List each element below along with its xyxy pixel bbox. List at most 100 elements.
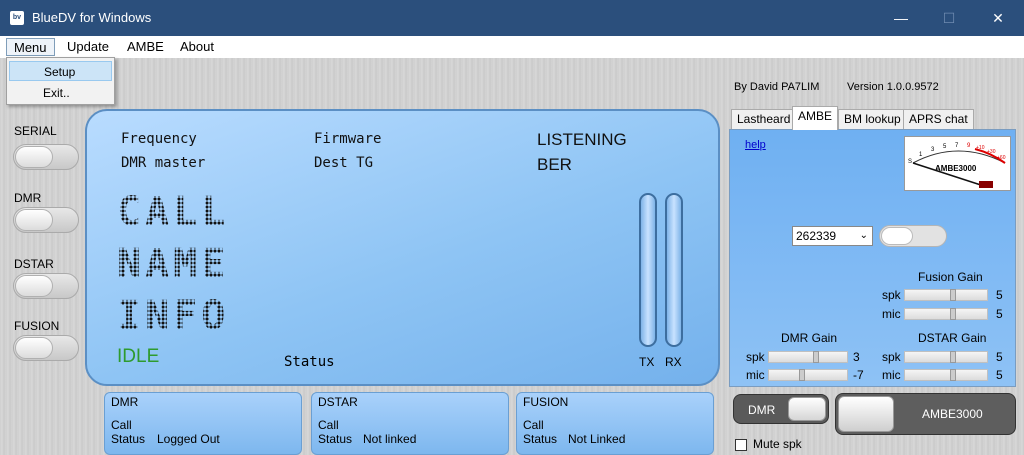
frequency-label: Frequency [121,131,197,147]
firmware-label: Firmware [314,131,382,147]
rx-meter [665,193,683,347]
menu-exit[interactable]: Exit.. [9,83,112,103]
dmr-spk-slider[interactable] [768,351,848,363]
vu-needle-base [979,181,993,188]
slider-thumb[interactable] [950,289,956,301]
window-title: BlueDV for Windows [32,10,152,25]
ambe3000-button[interactable]: AMBE3000 [835,393,1016,435]
dmr-mode-toggle[interactable]: DMR [733,394,829,424]
maximize-button: ☐ [942,10,956,26]
menu-bar: Menu Update AMBE About [0,36,1024,58]
vu-scale-s: S [908,159,912,165]
menu-update[interactable]: Update [60,38,116,56]
tab-bm-lookup[interactable]: BM lookup [838,109,907,129]
tab-ambe[interactable]: AMBE [792,106,839,130]
rx-label: RX [665,355,682,369]
slider-thumb[interactable] [813,351,819,363]
idle-status: IDLE [117,346,160,367]
fusion-spk-value: 5 [996,288,1003,302]
toggle-knob [788,397,826,421]
author-label: By David PA7LIM [734,81,820,93]
info-title: DSTAR [318,395,358,409]
slider-thumb[interactable] [950,351,956,363]
vu-scale-60: +60 [997,155,1006,161]
fusion-spk-slider[interactable] [904,289,988,301]
fusion-mic-label: mic [882,307,901,321]
device-toggle[interactable] [879,225,947,247]
ambe3000-label: AMBE3000 [922,407,983,421]
listening-label: LISTENING [537,130,627,149]
slider-thumb[interactable] [950,308,956,320]
dmr-toggle[interactable] [13,207,79,233]
device-select[interactable]: 262339 ⌄ [792,226,873,246]
dstar-info-box: DSTAR Call Status Not linked [311,392,509,455]
info-title: FUSION [523,395,569,409]
dmr-info-box: DMR Call Status Logged Out [104,392,302,455]
tx-label: TX [639,355,655,369]
vu-scale-5: 5 [943,144,947,150]
menu-ambe[interactable]: AMBE [120,38,171,56]
tx-meter [639,193,657,347]
dmr-gain-title: DMR Gain [781,331,838,345]
dstar-gain-title: DSTAR Gain [918,331,987,345]
slider-thumb[interactable] [799,369,805,381]
vu-scale-30: +30 [987,149,996,155]
menu-about[interactable]: About [173,38,221,56]
dstar-label: DSTAR [14,257,54,271]
dmr-master-label: DMR master [121,155,206,171]
minimize-button[interactable]: — [878,0,924,36]
serial-label: SERIAL [14,124,57,138]
fusion-mic-slider[interactable] [904,308,988,320]
dstar-spk-value: 5 [996,350,1003,364]
dmr-label: DMR [14,191,42,205]
toggle-knob [15,209,53,231]
info-status-value: Not linked [363,432,417,446]
vu-scale-3: 3 [931,147,935,153]
dmr-mic-slider[interactable] [768,369,848,381]
dmr-spk-label: spk [746,350,765,364]
dstar-spk-slider[interactable] [904,351,988,363]
dest-tg-label: Dest TG [314,155,374,171]
chevron-down-icon: ⌄ [859,230,868,241]
dmr-mode-label: DMR [748,403,776,417]
dstar-toggle[interactable] [13,273,79,299]
menu-setup[interactable]: Setup [9,61,112,81]
info-display: INFO [117,293,230,339]
info-call: Call [318,418,339,432]
device-select-value: 262339 [796,229,837,243]
slider-thumb[interactable] [950,369,956,381]
fusion-spk-label: spk [882,288,901,302]
help-link[interactable]: help [745,139,766,151]
status-label: Status [284,354,335,370]
vu-scale-7: 7 [955,143,959,149]
tab-aprs-chat[interactable]: APRS chat [903,109,974,129]
dmr-spk-value: 3 [853,350,860,364]
close-button[interactable]: ✕ [975,0,1021,36]
info-status-value: Logged Out [157,432,220,446]
fusion-toggle[interactable] [13,335,79,361]
tab-lastheard[interactable]: Lastheard [731,109,797,129]
menu-menu[interactable]: Menu [6,38,55,56]
toggle-knob [838,396,894,432]
dstar-spk-label: spk [882,350,901,364]
info-status-label: Status [111,432,146,446]
vu-meter-graphic: S 1 3 5 7 9 +10 +30 +60 AMBE3000 [908,143,1006,188]
vu-scale-1: 1 [919,152,923,158]
mute-spk-checkbox[interactable]: Mute spk [735,437,802,451]
dstar-mic-slider[interactable] [904,369,988,381]
fusion-gain-title: Fusion Gain [918,270,983,284]
version-label: Version 1.0.0.9572 [847,81,939,93]
serial-toggle[interactable] [13,144,79,170]
info-call: Call [523,418,544,432]
vu-meter: S 1 3 5 7 9 +10 +30 +60 AMBE3000 [904,136,1011,191]
title-bar: bv BlueDV for Windows — ☐ ✕ [0,0,1024,36]
info-status-label: Status [318,432,353,446]
dmr-mic-value: -7 [853,368,864,382]
vu-scale-9: 9 [967,143,971,149]
app-icon: bv [10,11,24,25]
ber-label: BER [537,155,572,174]
fusion-label: FUSION [14,319,60,333]
fusion-info-box: FUSION Call Status Not Linked [516,392,714,455]
toggle-knob [15,146,53,168]
checkbox-box[interactable] [735,438,747,451]
